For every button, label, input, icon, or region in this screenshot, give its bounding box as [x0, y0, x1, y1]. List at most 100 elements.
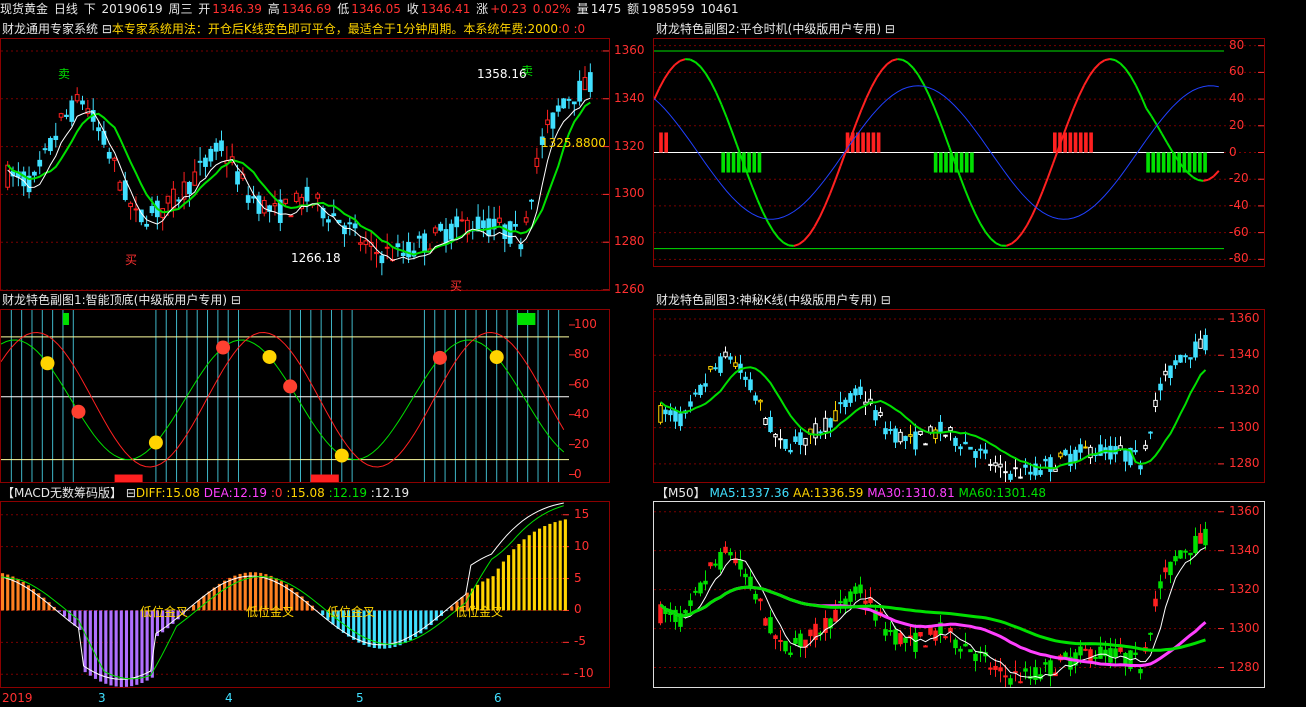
candle-body [1163, 370, 1168, 376]
candle-body [838, 402, 843, 405]
macd-bar [548, 523, 552, 611]
osc-segment [886, 59, 893, 65]
candle-body [245, 195, 251, 203]
candle-body [883, 428, 888, 435]
macd-bar [393, 610, 397, 647]
candle-body [688, 401, 693, 407]
main-panel-toggle[interactable]: ⊟ [102, 22, 112, 36]
candle-body [988, 463, 993, 466]
candle-body [203, 157, 208, 167]
signal-bar-red [1053, 132, 1057, 153]
candle-body [555, 105, 561, 112]
candle-body [550, 112, 556, 129]
candle-body [529, 199, 534, 202]
candle-body [352, 223, 358, 229]
top-block [517, 312, 536, 325]
osc-segment [813, 216, 821, 227]
candle-body [48, 138, 53, 152]
macd-bar [543, 526, 547, 611]
osc-segment [907, 62, 914, 69]
macd-bar [553, 522, 557, 611]
candle-body [938, 421, 943, 434]
panel1-chart[interactable] [0, 309, 610, 483]
candle-body [678, 413, 683, 427]
candle-body [165, 195, 171, 204]
candle-body [374, 251, 379, 255]
macd-bar [517, 543, 521, 611]
y-tick-label: 1360 [614, 42, 645, 57]
amount-label: 额 [627, 2, 640, 16]
red-line [1, 331, 565, 468]
osc-segment [756, 199, 764, 213]
panel3-svg [654, 318, 1224, 482]
candle-body [1183, 550, 1188, 553]
candle-body [1193, 341, 1198, 358]
candle-body [475, 216, 481, 232]
candle-body [833, 609, 838, 622]
candle-body [888, 629, 893, 633]
macd-bar [527, 535, 531, 611]
ma-title: 【M50】 [656, 486, 706, 500]
candle-body [454, 216, 460, 228]
osc-segment [1119, 62, 1127, 70]
candle-body [96, 127, 101, 132]
macd-v2: :12.19 [328, 486, 367, 500]
ma-svg [654, 511, 1224, 687]
nav-label[interactable]: 下 [84, 2, 96, 16]
candle-body [773, 635, 778, 640]
low-value: 1346.05 [351, 2, 401, 16]
osc-segment [699, 66, 707, 75]
candle-body [1168, 561, 1173, 576]
macd-toggle[interactable]: ⊟ [126, 486, 136, 500]
osc-segment [979, 223, 987, 233]
candle-body [903, 435, 908, 442]
candle-body [1038, 470, 1043, 475]
ma-chart[interactable] [653, 501, 1265, 688]
candle-body [331, 213, 337, 217]
high-label: 高 [267, 2, 280, 16]
macd-bar [99, 610, 103, 682]
macd-chart[interactable] [0, 501, 610, 688]
candle-body [728, 552, 733, 556]
candle-body [693, 392, 698, 395]
candle-body [74, 94, 80, 102]
panel2-toggle[interactable]: ⊟ [885, 22, 895, 36]
instrument-name[interactable]: 现货黄金 [0, 2, 48, 16]
candle-body [953, 437, 958, 446]
panel3-toggle[interactable]: ⊟ [881, 293, 891, 307]
candle-body [738, 559, 743, 570]
y-tick-label: 80 [574, 346, 590, 361]
candle-body [1053, 468, 1058, 472]
signal-bar-red [1063, 132, 1067, 153]
buy-signal-label-2: 买 [450, 279, 463, 293]
osc-segment [1021, 224, 1028, 234]
macd-bar [538, 528, 542, 611]
osc-segment [761, 211, 769, 223]
panel3-chart[interactable] [653, 309, 1265, 483]
candle-body [928, 627, 933, 635]
candle-body [718, 356, 723, 373]
candle-body [683, 610, 688, 614]
candle-body [718, 551, 723, 570]
candle-body [758, 399, 763, 403]
candle-body [1138, 465, 1143, 470]
signal-bar-red [1073, 132, 1078, 153]
candle-body [497, 217, 502, 223]
candle-body [918, 430, 923, 435]
period-label[interactable]: 日线 [54, 2, 78, 16]
candle-body [813, 423, 818, 439]
candle-body [326, 219, 331, 223]
signal-face-icon [489, 350, 504, 365]
candle-body [577, 80, 583, 102]
panel1-toggle[interactable]: ⊟ [231, 293, 241, 307]
osc-segment [654, 88, 661, 101]
change-label: 涨 [476, 2, 489, 16]
candle-body [758, 598, 763, 602]
macd-cross-label-4: 低位金叉 [455, 605, 504, 619]
candle-body [358, 242, 363, 245]
y-tick-label: -20 [1229, 171, 1249, 186]
osc-segment [912, 67, 920, 76]
osc-segment [730, 130, 738, 146]
y-tick-label: 1340 [1229, 542, 1260, 557]
panel2-chart[interactable] [653, 38, 1265, 267]
